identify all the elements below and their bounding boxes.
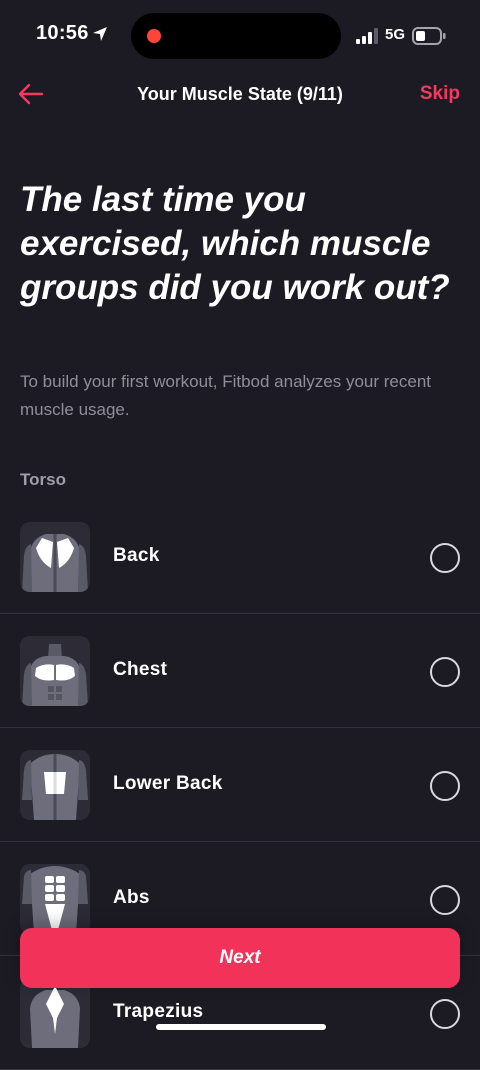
- muscle-row-back[interactable]: Back: [0, 500, 480, 614]
- battery-icon: [412, 27, 446, 45]
- skip-button[interactable]: Skip: [420, 83, 460, 105]
- radio-chest[interactable]: [430, 657, 460, 687]
- muscle-label-chest: Chest: [113, 659, 168, 680]
- muscle-label-abs: Abs: [113, 887, 150, 908]
- location-arrow-icon: [93, 27, 107, 41]
- abs-muscle-icon: [20, 864, 90, 934]
- radio-lower-back[interactable]: [430, 771, 460, 801]
- radio-abs[interactable]: [430, 885, 460, 915]
- page-title: Your Muscle State (9/11): [137, 84, 343, 104]
- muscle-label-trapezius: Trapezius: [113, 1001, 204, 1022]
- section-label-torso: Torso: [20, 470, 66, 489]
- muscle-label-lower-back: Lower Back: [113, 773, 223, 794]
- muscle-row-lower-back[interactable]: Lower Back: [0, 728, 480, 842]
- trapezius-muscle-icon: [20, 978, 90, 1048]
- radio-trapezius[interactable]: [430, 999, 460, 1029]
- network-type: 5G: [385, 26, 406, 43]
- radio-back[interactable]: [430, 543, 460, 573]
- nav-bar: Your Muscle State (9/11) Skip: [0, 72, 480, 116]
- next-button[interactable]: Next: [20, 928, 460, 988]
- cellular-signal-icon: [356, 28, 378, 44]
- muscle-row-chest[interactable]: Chest: [0, 614, 480, 728]
- question-subtitle: To build your first workout, Fitbod anal…: [20, 372, 432, 419]
- muscle-label-back: Back: [113, 545, 160, 566]
- status-bar: 10:56 5G: [0, 0, 480, 72]
- dynamic-island: [131, 13, 341, 59]
- chest-muscle-icon: [20, 636, 90, 706]
- lower-back-muscle-icon: [20, 750, 90, 820]
- back-muscle-icon: [20, 522, 90, 592]
- home-indicator[interactable]: [156, 1024, 326, 1030]
- question-title: The last time you exercised, which muscl…: [20, 180, 450, 307]
- status-time: 10:56: [36, 22, 89, 44]
- recording-dot-icon: [147, 29, 161, 43]
